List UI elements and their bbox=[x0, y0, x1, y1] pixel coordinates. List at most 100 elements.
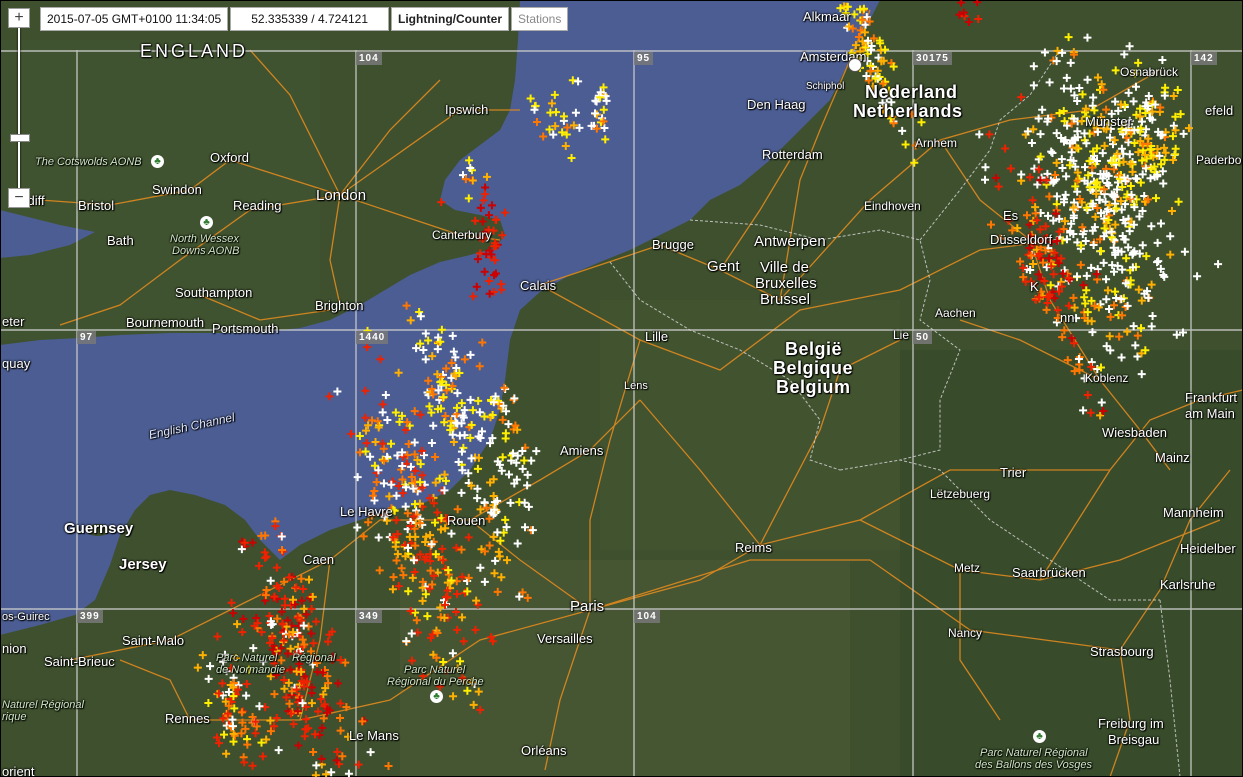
city-label: Koblenz bbox=[1085, 371, 1129, 385]
lightning-strike bbox=[325, 392, 334, 401]
lightning-strike bbox=[498, 453, 507, 462]
lightning-strike bbox=[424, 376, 433, 385]
lightning-strike bbox=[371, 438, 380, 447]
lightning-strike bbox=[336, 726, 345, 735]
city-label: Düsseldorf bbox=[990, 232, 1053, 247]
lightning-strike bbox=[1125, 227, 1134, 236]
lightning-strike bbox=[981, 175, 990, 184]
lightning-strike bbox=[547, 99, 556, 108]
city-label: Münster bbox=[1085, 114, 1132, 129]
stations-toggle-button[interactable]: Stations bbox=[511, 7, 569, 31]
city-label: Amiens bbox=[560, 443, 604, 458]
lightning-strike bbox=[218, 679, 227, 688]
grid-cell-counter: 349 bbox=[356, 610, 382, 623]
lightning-strike bbox=[1137, 370, 1146, 379]
lightning-strike bbox=[1180, 247, 1189, 256]
lightning-strike bbox=[1115, 332, 1124, 341]
city-label: nn bbox=[1060, 310, 1075, 325]
lightning-strike bbox=[361, 386, 370, 395]
lightning-strike bbox=[265, 612, 274, 621]
lightning-strike bbox=[480, 190, 489, 199]
lightning-strike bbox=[255, 561, 264, 570]
lightning-strike bbox=[1044, 211, 1053, 220]
lightning-strike bbox=[1097, 247, 1106, 256]
lightning-strike bbox=[355, 432, 364, 441]
lightning-strike bbox=[1173, 86, 1182, 95]
lightning-strike bbox=[1036, 130, 1045, 139]
lightning-strike bbox=[561, 141, 570, 150]
lightning-strike bbox=[480, 267, 489, 276]
city-label: Orléans bbox=[521, 743, 567, 758]
lightning-strike bbox=[1048, 148, 1057, 157]
lightning-strike bbox=[237, 708, 246, 717]
zoom-out-button[interactable]: − bbox=[8, 188, 30, 208]
lightning-strike bbox=[402, 637, 411, 646]
lightning-strike bbox=[520, 498, 529, 507]
lightning-strike bbox=[1102, 295, 1111, 304]
lightning-strike bbox=[353, 523, 362, 532]
lightning-strike bbox=[1126, 182, 1135, 191]
lightning-strike bbox=[312, 617, 321, 626]
lightning-strike bbox=[1070, 367, 1079, 376]
lightning-strike bbox=[374, 533, 383, 542]
lightning-strike bbox=[233, 620, 242, 629]
lightning-strike bbox=[1028, 196, 1037, 205]
lightning-strike bbox=[324, 637, 333, 646]
park-label: Régional du Perche bbox=[387, 676, 484, 688]
lightning-strike bbox=[474, 396, 483, 405]
lightning-strike bbox=[1117, 353, 1126, 362]
lightning-strike bbox=[1174, 197, 1183, 206]
lightning-strike bbox=[1099, 258, 1108, 267]
lightning-strike bbox=[376, 355, 385, 364]
lightning-strike bbox=[449, 347, 458, 356]
lightning-strike bbox=[523, 481, 532, 490]
lightning-strike bbox=[490, 569, 499, 578]
lightning-strike bbox=[493, 587, 502, 596]
lightning-strike bbox=[1153, 238, 1162, 247]
lightning-strike bbox=[501, 429, 510, 438]
lightning-strike bbox=[311, 730, 320, 739]
lightning-strike bbox=[468, 176, 477, 185]
mode-toggle-button[interactable]: Lightning/Counter bbox=[391, 7, 509, 31]
lightning-strike bbox=[473, 600, 482, 609]
lightning-strike bbox=[292, 583, 301, 592]
lightning-strike bbox=[438, 544, 447, 553]
lightning-strike bbox=[1102, 105, 1111, 114]
lightning-strike bbox=[460, 355, 469, 364]
lightning-strike bbox=[302, 715, 311, 724]
zoom-slider-track[interactable] bbox=[18, 28, 20, 190]
lightning-strike bbox=[1129, 97, 1138, 106]
lightning-strike bbox=[252, 614, 261, 623]
lightning-strike bbox=[393, 550, 402, 559]
lightning-strike bbox=[1088, 328, 1097, 337]
lightning-strike bbox=[347, 429, 356, 438]
lightning-strike bbox=[1052, 192, 1061, 201]
lightning-strike bbox=[1040, 48, 1049, 57]
city-label: Reading bbox=[233, 198, 282, 213]
lightning-strike bbox=[466, 350, 475, 359]
lightning-strike bbox=[406, 607, 415, 616]
location-marker[interactable] bbox=[848, 58, 862, 72]
lightning-strike bbox=[1097, 398, 1106, 407]
city-label: Oxford bbox=[210, 150, 250, 165]
lightning-strike bbox=[1047, 262, 1056, 271]
lightning-strike bbox=[385, 492, 394, 501]
park-tree-icon: ♣ bbox=[200, 216, 213, 229]
city-label: Mannheim bbox=[1163, 505, 1224, 520]
city-label: Reims bbox=[735, 540, 772, 555]
lightning-strike bbox=[451, 608, 460, 617]
lightning-strike bbox=[427, 439, 436, 448]
city-label: Bristol bbox=[78, 198, 115, 213]
lightning-strike bbox=[1029, 81, 1038, 90]
lightning-strike bbox=[334, 679, 343, 688]
lightning-strike bbox=[381, 390, 390, 399]
park-tree-icon: ♣ bbox=[430, 690, 443, 703]
zoom-in-button[interactable]: + bbox=[8, 8, 30, 28]
lightning-strike bbox=[505, 470, 514, 479]
lightning-map[interactable]: 104 95 30175 142 97 1440 50 399 349 104 … bbox=[0, 0, 1243, 777]
lightning-strike bbox=[206, 662, 215, 671]
lightning-strike bbox=[1112, 293, 1121, 302]
lightning-strike bbox=[399, 571, 408, 580]
zoom-slider-thumb[interactable] bbox=[10, 134, 30, 142]
lightning-strike bbox=[429, 421, 438, 430]
